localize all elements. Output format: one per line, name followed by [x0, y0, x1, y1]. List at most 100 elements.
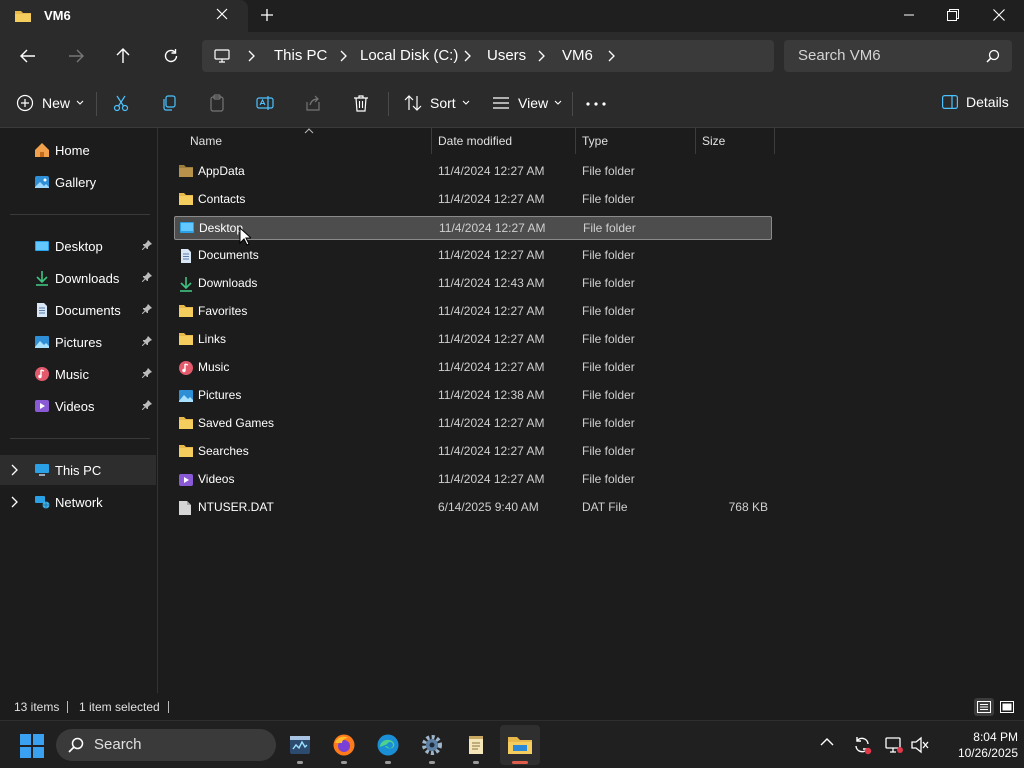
- file-date-modified: 11/4/2024 12:43 AM: [438, 276, 545, 290]
- sidebar-item-network[interactable]: Network: [0, 487, 156, 517]
- search-box[interactable]: Search VM6: [784, 40, 1012, 72]
- close-tab-icon[interactable]: [216, 8, 236, 24]
- file-row[interactable]: Links 11/4/2024 12:27 AM File folder: [174, 328, 772, 352]
- pin-icon[interactable]: [142, 272, 152, 282]
- file-row[interactable]: Music 11/4/2024 12:27 AM File folder: [174, 356, 772, 380]
- new-button[interactable]: New: [16, 94, 84, 112]
- file-row[interactable]: Videos 11/4/2024 12:27 AM File folder: [174, 468, 772, 492]
- file-type: File folder: [582, 472, 635, 486]
- new-tab-icon[interactable]: [260, 8, 280, 24]
- column-divider[interactable]: [695, 128, 696, 154]
- details-view-button[interactable]: [974, 698, 994, 716]
- up-button[interactable]: [109, 44, 137, 68]
- settings-app[interactable]: [412, 725, 452, 765]
- file-row[interactable]: Favorites 11/4/2024 12:27 AM File folder: [174, 300, 772, 324]
- pin-icon[interactable]: [142, 240, 152, 250]
- file-row[interactable]: Saved Games 11/4/2024 12:27 AM File folder: [174, 412, 772, 436]
- pin-icon[interactable]: [142, 368, 152, 378]
- file-row[interactable]: Downloads 11/4/2024 12:43 AM File folder: [174, 272, 772, 296]
- chevron-right-icon[interactable]: [340, 50, 348, 62]
- file-row[interactable]: Contacts 11/4/2024 12:27 AM File folder: [174, 188, 772, 212]
- show-hidden-icons-chevron-icon[interactable]: [820, 737, 834, 747]
- chevron-right-icon[interactable]: [11, 496, 19, 508]
- system-clock[interactable]: 8:04 PM 10/26/2025: [938, 729, 1018, 761]
- pin-icon[interactable]: [142, 400, 152, 410]
- file-date-modified: 11/4/2024 12:27 AM: [438, 360, 545, 374]
- chevron-right-icon[interactable]: [248, 50, 256, 62]
- sidebar-item-label: Downloads: [55, 271, 120, 286]
- sort-button[interactable]: Sort: [404, 94, 470, 112]
- file-row[interactable]: Searches 11/4/2024 12:27 AM File folder: [174, 440, 772, 464]
- file-explorer-app[interactable]: [500, 725, 540, 765]
- breadcrumb-this-pc[interactable]: This PC: [274, 47, 327, 64]
- sidebar-item-videos[interactable]: Videos: [0, 391, 156, 421]
- clock-date: 10/26/2025: [957, 746, 1018, 760]
- breadcrumb-vm6[interactable]: VM6: [562, 47, 593, 64]
- edge-app[interactable]: [368, 725, 408, 765]
- column-name[interactable]: Name: [190, 134, 222, 148]
- sidebar-item-pictures[interactable]: Pictures: [0, 327, 156, 357]
- file-name: Desktop: [199, 221, 244, 235]
- address-bar[interactable]: This PC Local Disk (C:) Users VM6: [202, 40, 774, 72]
- delete-button[interactable]: [352, 94, 370, 112]
- sidebar-item-desktop[interactable]: Desktop: [0, 231, 156, 261]
- details-pane-icon: [942, 95, 958, 109]
- close-window-button[interactable]: [976, 0, 1022, 30]
- copy-button[interactable]: [160, 94, 178, 112]
- file-row[interactable]: Documents 11/4/2024 12:27 AM File folder: [174, 244, 772, 268]
- paste-button[interactable]: [208, 94, 226, 112]
- sidebar-item-home[interactable]: Home: [0, 135, 156, 165]
- column-divider[interactable]: [575, 128, 576, 154]
- file-name: Downloads: [198, 276, 258, 290]
- minimize-button[interactable]: [886, 0, 932, 30]
- sidebar-item-gallery[interactable]: Gallery: [0, 167, 156, 197]
- pin-icon[interactable]: [142, 336, 152, 346]
- sidebar-item-downloads[interactable]: Downloads: [0, 263, 156, 293]
- monitor-icon: [214, 48, 230, 64]
- chevron-right-icon[interactable]: [464, 50, 472, 62]
- breadcrumb-local-disk[interactable]: Local Disk (C:): [360, 47, 458, 64]
- file-name: Music: [198, 360, 230, 374]
- file-row[interactable]: Desktop 11/4/2024 12:27 AM File folder: [174, 216, 772, 240]
- breadcrumb-users[interactable]: Users: [487, 47, 526, 64]
- sidebar-item-this-pc[interactable]: This PC: [0, 455, 156, 485]
- network-status-icon[interactable]: [884, 735, 904, 755]
- sidebar-item-documents[interactable]: Documents: [0, 295, 156, 325]
- firefox-app[interactable]: [324, 725, 364, 765]
- cut-button[interactable]: [112, 94, 130, 112]
- file-row[interactable]: NTUSER.DAT 6/14/2025 9:40 AM DAT File 768 K…: [174, 496, 772, 520]
- restore-button[interactable]: [930, 0, 976, 30]
- taskbar-search-label: Search: [94, 736, 142, 753]
- notepad-app[interactable]: [456, 725, 496, 765]
- rename-button[interactable]: [256, 94, 274, 112]
- forward-button[interactable]: [62, 44, 90, 68]
- file-row[interactable]: AppData 11/4/2024 12:27 AM File folder: [174, 160, 772, 184]
- file-row[interactable]: Pictures 11/4/2024 12:38 AM File folder: [174, 384, 772, 408]
- search-icon[interactable]: [986, 49, 1000, 63]
- column-size[interactable]: Size: [702, 134, 725, 148]
- sort-ascending-icon: [304, 128, 314, 134]
- search-input[interactable]: Search VM6: [798, 47, 881, 64]
- more-options-button[interactable]: [586, 102, 606, 106]
- column-type[interactable]: Type: [582, 134, 608, 148]
- column-date-modified[interactable]: Date modified: [438, 134, 512, 148]
- taskbar-search[interactable]: Search: [56, 729, 276, 761]
- column-divider[interactable]: [431, 128, 432, 154]
- tiles-view-button[interactable]: [997, 698, 1017, 716]
- share-button[interactable]: [304, 94, 322, 112]
- refresh-button[interactable]: [157, 44, 185, 68]
- back-button[interactable]: [14, 44, 42, 68]
- sync-icon[interactable]: [852, 735, 872, 755]
- column-divider[interactable]: [774, 128, 775, 154]
- chevron-right-icon[interactable]: [11, 464, 19, 476]
- explorer-tab[interactable]: VM6: [0, 0, 248, 32]
- details-pane-button[interactable]: Details: [942, 94, 1009, 110]
- speaker-muted-icon[interactable]: [910, 736, 930, 754]
- view-button[interactable]: View: [492, 94, 562, 112]
- chevron-right-icon[interactable]: [538, 50, 546, 62]
- windows-start-icon[interactable]: [20, 734, 44, 758]
- task-manager-app[interactable]: [280, 725, 320, 765]
- chevron-right-icon[interactable]: [608, 50, 616, 62]
- sidebar-item-music[interactable]: Music: [0, 359, 156, 389]
- pin-icon[interactable]: [142, 304, 152, 314]
